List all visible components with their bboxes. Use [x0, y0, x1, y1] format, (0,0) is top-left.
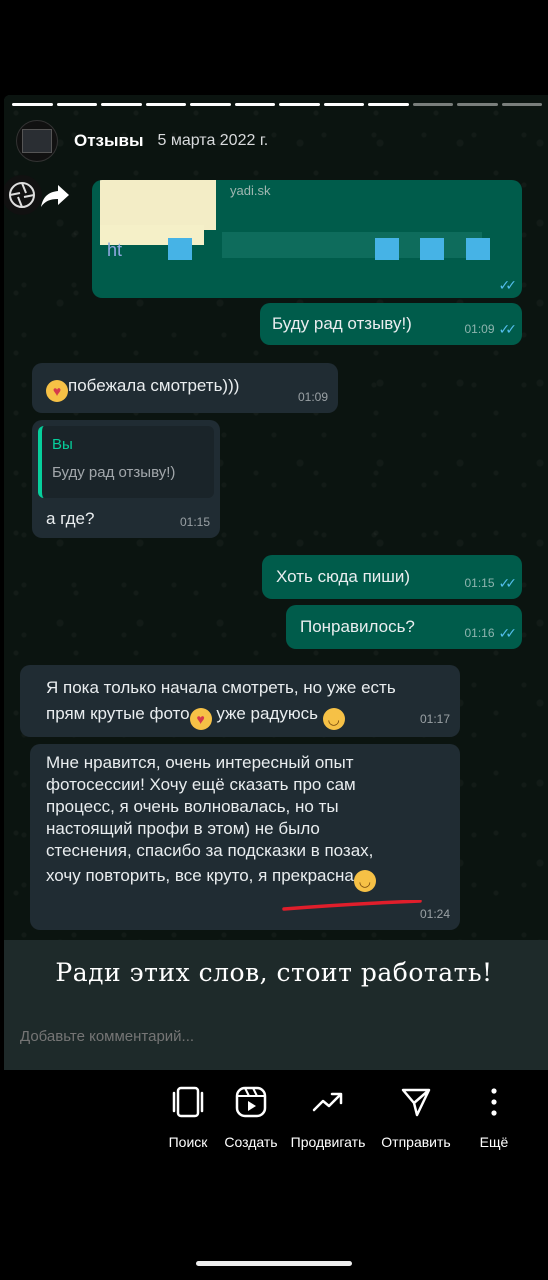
message-text-line: процесс, я очень волновалась, но ты	[46, 797, 339, 816]
redaction-block	[466, 238, 490, 260]
progress-segment	[412, 103, 453, 106]
story-caption: Ради этих слов, стоит работать!	[55, 958, 493, 987]
progress-segment	[323, 103, 364, 106]
message-text: а где?	[46, 509, 95, 528]
incoming-reply-message: Вы Буду рад отзыву!) а где? 01:15	[32, 420, 220, 538]
comment-bar	[0, 1010, 548, 1070]
promote-icon	[312, 1084, 344, 1120]
action-label: Отправить	[381, 1134, 451, 1150]
progress-segment	[457, 103, 498, 106]
read-ticks-icon: ✓✓	[498, 625, 518, 641]
message-text-line: настоящий профи в этом) не было	[46, 819, 320, 838]
incoming-message: ♥ побежала смотреть))) 01:09	[32, 363, 338, 413]
progress-segment	[145, 103, 186, 106]
more-button[interactable]: Ещё	[444, 1084, 544, 1150]
share-arrow-icon[interactable]	[40, 183, 70, 209]
search-icon	[171, 1084, 205, 1120]
message-time: 01:09	[297, 390, 328, 404]
story-date: 5 марта 2022 г.	[157, 132, 269, 149]
outgoing-message: Хоть сюда пиши) 01:15 ✓✓	[262, 555, 522, 599]
message-time: 01:09 ✓✓	[465, 318, 518, 340]
message-text-line: прям крутые фото ♥ уже радуюсь ◡	[46, 701, 460, 730]
message-time: 01:17	[419, 712, 450, 726]
avatar[interactable]	[16, 120, 58, 162]
read-ticks-icon: ✓✓	[498, 321, 518, 337]
read-ticks-icon: ✓✓	[498, 575, 518, 591]
create-icon	[235, 1084, 267, 1120]
story-username[interactable]: Отзывы	[74, 131, 144, 151]
smiling-face-with-hearts-icon: ♥	[189, 708, 212, 730]
message-text-line: Я пока только начала смотреть, но уже ес…	[46, 678, 396, 697]
message-text: Хоть сюда пиши)	[276, 567, 411, 586]
action-label: Создать	[224, 1134, 278, 1150]
redaction-block	[375, 238, 399, 260]
progress-segment	[12, 103, 53, 106]
grinning-face-icon: ◡	[353, 870, 376, 892]
smiling-face-icon: ◡	[322, 708, 345, 730]
link-domain: yadi.sk	[230, 183, 271, 198]
outgoing-message: Понравилось? 01:16 ✓✓	[286, 605, 522, 649]
incoming-message: Я пока только начала смотреть, но уже ес…	[20, 665, 460, 737]
link-preview-message: yadi.sk ht ✓✓	[92, 180, 522, 298]
action-bar: Поиск Создать Продвигать Отправить Ещё	[0, 1070, 548, 1280]
progress-segment	[101, 103, 142, 106]
chat-screenshot: yadi.sk ht ✓✓ Буду рад отзыву!) 01:09 ✓✓ …	[4, 95, 548, 940]
promote-button[interactable]: Продвигать	[278, 1084, 378, 1150]
send-icon	[400, 1084, 432, 1120]
message-time: 01:24	[419, 907, 450, 921]
story-progress-bar	[12, 103, 542, 106]
message-text-line: Мне нравится, очень интересный опыт	[46, 753, 354, 772]
action-label: Продвигать	[290, 1134, 366, 1150]
sticky-note-redaction	[100, 180, 216, 230]
home-indicator[interactable]	[196, 1261, 352, 1266]
comment-input[interactable]	[20, 1028, 420, 1045]
action-label: Ещё	[479, 1134, 509, 1150]
progress-segment	[234, 103, 275, 106]
story-viewer[interactable]: yadi.sk ht ✓✓ Буду рад отзыву!) 01:09 ✓✓ …	[4, 95, 548, 1070]
more-icon	[489, 1084, 499, 1120]
red-underline-mark	[282, 900, 422, 911]
message-time: 01:15	[179, 515, 210, 529]
message-text: Буду рад отзыву!)	[272, 314, 412, 333]
redaction-block	[168, 238, 192, 260]
quote-author: Вы	[52, 436, 73, 453]
link-prefix: ht	[107, 240, 123, 260]
message-time: ✓✓	[498, 277, 518, 294]
smiling-face-with-hearts-icon: ♥	[46, 380, 68, 402]
message-text: Понравилось?	[300, 617, 415, 636]
progress-segment	[190, 103, 231, 106]
progress-segment	[279, 103, 320, 106]
redaction-block	[420, 238, 444, 260]
message-time: 01:16 ✓✓	[465, 622, 518, 644]
progress-segment	[368, 103, 409, 106]
message-text: побежала смотреть)))	[68, 376, 240, 395]
message-text-line: фотосессии! Хочу ещё сказать про сам	[46, 775, 356, 794]
read-ticks-icon: ✓✓	[498, 277, 518, 293]
progress-segment	[501, 103, 542, 106]
progress-segment	[56, 103, 97, 106]
quote-text: Буду рад отзыву!)	[52, 464, 176, 481]
story-header: Отзывы 5 марта 2022 г.	[16, 120, 548, 162]
quoted-message: Вы Буду рад отзыву!)	[38, 426, 214, 498]
message-time: 01:15 ✓✓	[465, 572, 518, 594]
message-text-line: хочу повторить, все круто, я прекрасна ◡	[46, 865, 460, 892]
message-text-line: стеснения, спасибо за подсказки в позах,	[46, 841, 374, 860]
outgoing-message: Буду рад отзыву!) 01:09 ✓✓	[260, 303, 522, 345]
